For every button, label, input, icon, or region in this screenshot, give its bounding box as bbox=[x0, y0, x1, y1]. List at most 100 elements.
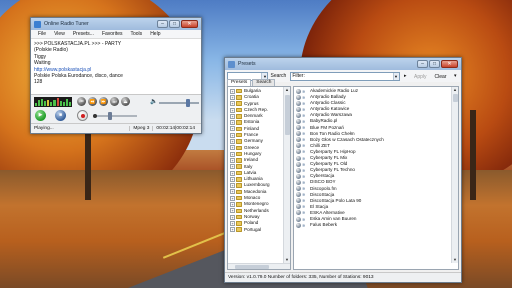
radio-window: Online Radio Tuner – □ ✕ File View Prese… bbox=[30, 17, 202, 134]
folder-icon bbox=[236, 151, 242, 157]
station-globe-icon bbox=[296, 204, 301, 210]
scrollbar-thumb[interactable] bbox=[285, 95, 290, 135]
station-item[interactable]: ≋ Falus Beberk bbox=[296, 222, 458, 228]
folder-icon bbox=[236, 208, 242, 214]
expand-icon[interactable]: + bbox=[230, 94, 235, 100]
scroll-up-arrow-icon[interactable]: ▲ bbox=[284, 87, 290, 93]
expand-icon[interactable]: + bbox=[230, 113, 235, 119]
scrollbar-thumb[interactable] bbox=[453, 94, 458, 102]
radio-wave-icon: ≋ bbox=[302, 179, 306, 185]
radio-wave-icon: ≋ bbox=[302, 100, 306, 106]
expand-icon[interactable]: + bbox=[230, 107, 235, 113]
seek-slider-knob[interactable] bbox=[108, 112, 113, 120]
expand-icon[interactable]: + bbox=[230, 126, 235, 132]
country-tree-hscrollbar[interactable] bbox=[228, 263, 290, 269]
expand-icon[interactable]: + bbox=[230, 151, 235, 157]
folder-icon bbox=[236, 170, 242, 176]
next-station-button[interactable]: ⏭ bbox=[110, 97, 119, 106]
station-globe-icon bbox=[296, 106, 301, 112]
station-globe-icon bbox=[296, 210, 301, 216]
station-globe-icon bbox=[296, 155, 301, 161]
country-tree[interactable]: + Bulgaria + Croatia + Cyprus + Czech Rep. + Denm… bbox=[227, 86, 291, 270]
station-list-pane[interactable]: ≋ Akademickie Radio Luz ≋ Antyradio Ballady… bbox=[293, 86, 459, 270]
maximize-button[interactable]: □ bbox=[429, 60, 440, 68]
record-button[interactable] bbox=[77, 110, 88, 121]
prev-station-button[interactable]: ⏮ bbox=[77, 97, 86, 106]
playback-status: Playing... bbox=[34, 126, 54, 131]
expand-icon[interactable]: + bbox=[230, 120, 235, 126]
radio-titlebar[interactable]: Online Radio Tuner – □ ✕ bbox=[31, 18, 201, 30]
expand-icon[interactable]: + bbox=[230, 157, 235, 163]
menu-tools[interactable]: Tools bbox=[127, 31, 147, 37]
expand-icon[interactable]: + bbox=[230, 132, 235, 138]
station-list-scrollbar[interactable]: ▲ ▼ bbox=[451, 87, 458, 263]
country-folder-item[interactable]: + Portugal bbox=[230, 227, 290, 233]
volume-slider-knob[interactable] bbox=[186, 99, 190, 107]
minimize-button[interactable]: – bbox=[417, 60, 428, 68]
presets-panes: Presets Search + Bulgaria + Croatia + Cyprus +… bbox=[227, 79, 459, 270]
expand-icon[interactable]: + bbox=[230, 189, 235, 195]
minimize-button[interactable]: – bbox=[157, 20, 168, 28]
expand-icon[interactable]: + bbox=[230, 176, 235, 182]
volume-slider[interactable] bbox=[159, 99, 199, 107]
expand-icon[interactable]: + bbox=[230, 208, 235, 214]
filter-combo[interactable]: Filter: ▼ bbox=[290, 71, 400, 81]
expand-icon[interactable]: + bbox=[230, 220, 235, 226]
tab-search[interactable]: Search bbox=[252, 79, 276, 86]
menu-file[interactable]: File bbox=[34, 31, 50, 37]
expand-icon[interactable]: + bbox=[230, 139, 235, 145]
expand-icon[interactable]: + bbox=[230, 88, 235, 94]
now-playing-info: >>> POLSKASTACJA.PL >>> - PARTY (Polskie… bbox=[31, 39, 201, 95]
scroll-up-arrow-icon[interactable]: ▲ bbox=[452, 87, 458, 93]
station-globe-icon bbox=[296, 216, 301, 222]
apply-button[interactable]: Apply bbox=[411, 72, 430, 81]
folder-icon bbox=[236, 214, 242, 220]
expand-icon[interactable]: + bbox=[230, 214, 235, 220]
forward-button[interactable]: ⏩ bbox=[99, 97, 108, 106]
clear-chevron-icon[interactable]: ▾ bbox=[451, 72, 459, 80]
tab-presets[interactable]: Presets bbox=[227, 79, 252, 86]
radio-wave-icon: ≋ bbox=[302, 222, 306, 228]
stop-button[interactable]: ■ bbox=[55, 110, 66, 121]
expand-icon[interactable]: + bbox=[230, 164, 235, 170]
menu-favorites[interactable]: Favorites bbox=[98, 31, 127, 37]
station-globe-icon bbox=[296, 143, 301, 149]
scroll-down-arrow-icon[interactable]: ▼ bbox=[452, 257, 458, 263]
station-globe-icon bbox=[296, 186, 301, 192]
expand-icon[interactable]: + bbox=[230, 183, 235, 189]
close-button[interactable]: ✕ bbox=[441, 60, 458, 68]
expand-icon[interactable]: + bbox=[230, 101, 235, 107]
menu-help[interactable]: Help bbox=[146, 31, 164, 37]
radio-wave-icon: ≋ bbox=[302, 186, 306, 192]
folder-icon bbox=[236, 177, 242, 182]
country-tree-scrollbar[interactable]: ▲ ▼ bbox=[283, 87, 290, 263]
play-button[interactable]: ▶ bbox=[35, 110, 46, 121]
hscrollbar-thumb[interactable] bbox=[235, 265, 269, 269]
expand-icon[interactable]: + bbox=[230, 170, 235, 176]
expand-icon[interactable]: + bbox=[230, 195, 235, 201]
folder-icon bbox=[236, 101, 242, 106]
presets-titlebar[interactable]: Presets – □ ✕ bbox=[225, 58, 461, 70]
close-button[interactable]: ✕ bbox=[181, 20, 198, 28]
radio-wave-icon: ≋ bbox=[302, 155, 306, 161]
expand-icon[interactable]: + bbox=[230, 227, 235, 233]
radio-wave-icon: ≋ bbox=[302, 106, 306, 112]
menu-view[interactable]: View bbox=[50, 31, 69, 37]
radio-menubar: File View Presets... Favorites Tools Hel… bbox=[31, 30, 201, 39]
maximize-button[interactable]: □ bbox=[169, 20, 180, 28]
expand-icon[interactable]: + bbox=[230, 145, 235, 151]
chevron-down-icon[interactable]: ▼ bbox=[392, 72, 399, 80]
eject-button[interactable]: ⏏ bbox=[121, 97, 130, 106]
folder-icon bbox=[236, 227, 242, 232]
menu-presets[interactable]: Presets... bbox=[69, 31, 98, 37]
stream-format: Mpeg 3 bbox=[129, 126, 152, 131]
station-globe-icon bbox=[296, 179, 301, 185]
expand-icon[interactable]: + bbox=[230, 201, 235, 207]
clear-button[interactable]: Clear bbox=[432, 72, 450, 81]
radio-wave-icon: ≋ bbox=[302, 119, 306, 125]
folder-icon bbox=[236, 183, 242, 188]
speaker-icon[interactable]: 🔈 bbox=[150, 98, 157, 105]
filter-apply-icon: ▸ bbox=[404, 73, 407, 79]
rewind-button[interactable]: ⏪ bbox=[88, 97, 97, 106]
seek-slider[interactable] bbox=[93, 112, 137, 120]
